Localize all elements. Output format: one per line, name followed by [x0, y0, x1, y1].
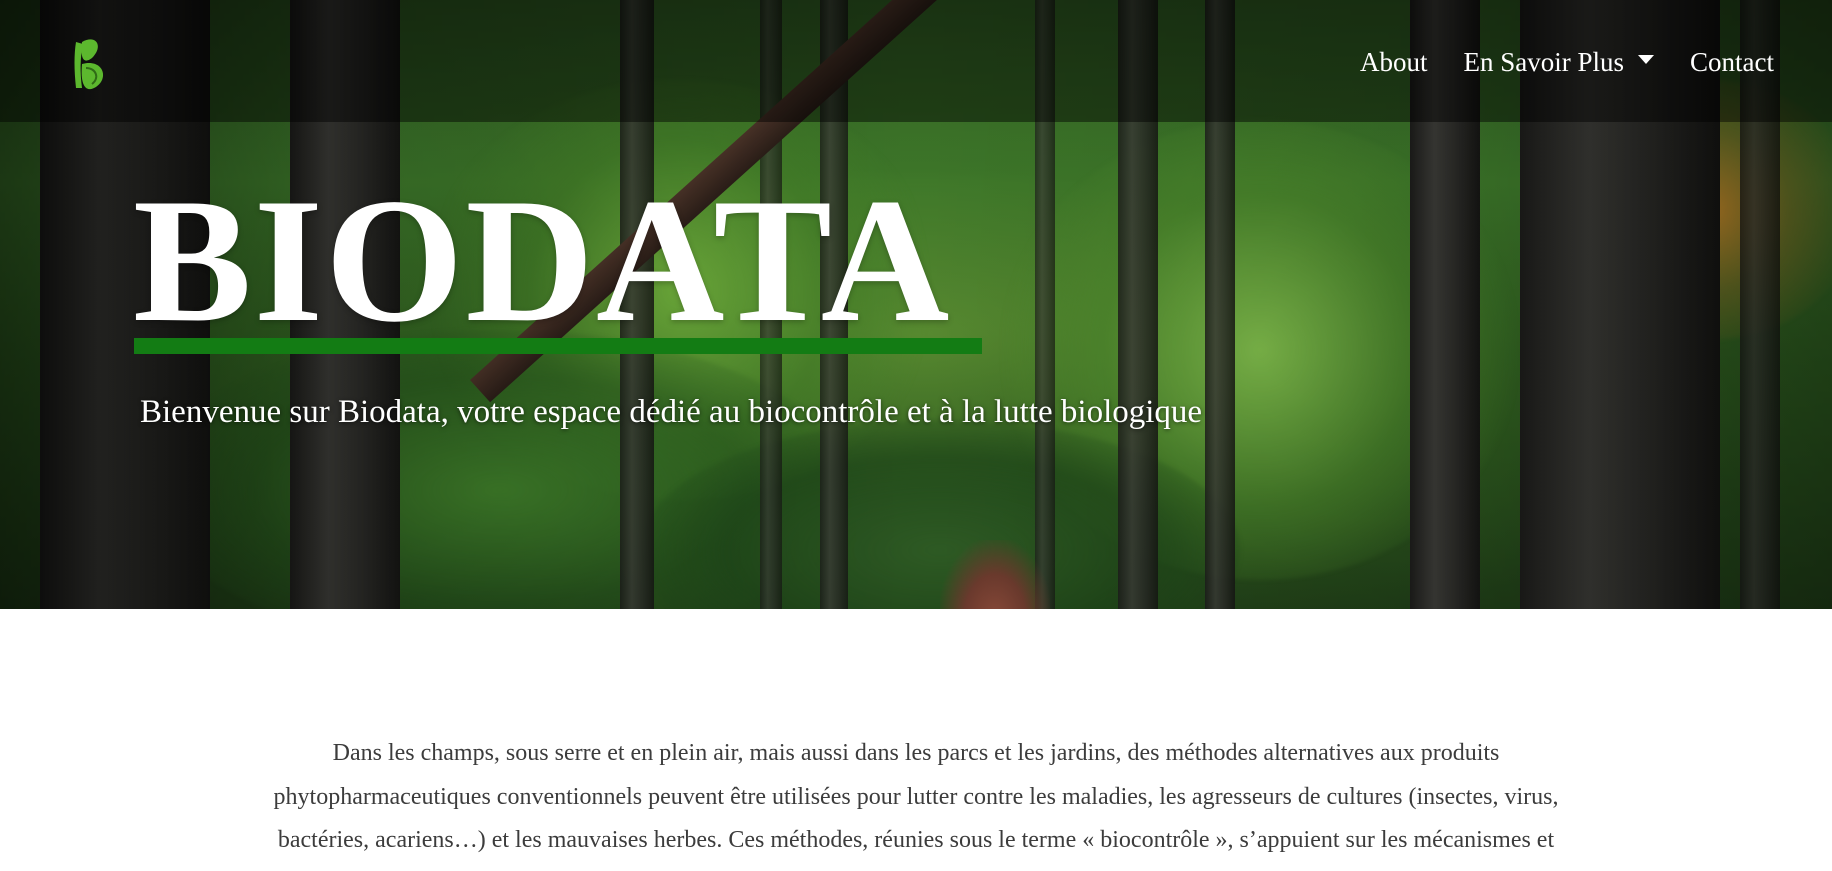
- biodata-logo-icon[interactable]: [70, 36, 110, 94]
- nav-link-about[interactable]: About: [1342, 40, 1446, 84]
- nav-link-label: Contact: [1690, 47, 1774, 77]
- nav-link-label: About: [1360, 47, 1428, 77]
- hero-subtitle: Bienvenue sur Biodata, votre espace dédi…: [140, 394, 1203, 430]
- page: About En Savoir Plus Contact BIODATA Bie…: [0, 0, 1832, 871]
- nav-links: About En Savoir Plus Contact: [1342, 40, 1792, 84]
- navbar: About En Savoir Plus Contact: [0, 0, 1832, 122]
- title-underline: [134, 338, 982, 354]
- hero-title: BIODATA: [133, 161, 952, 359]
- nav-dropdown-en-savoir-plus[interactable]: En Savoir Plus: [1446, 40, 1673, 84]
- hero-banner: About En Savoir Plus Contact BIODATA Bie…: [0, 0, 1832, 609]
- nav-link-contact[interactable]: Contact: [1672, 40, 1792, 84]
- intro-paragraph: Dans les champs, sous serre et en plein …: [273, 740, 1559, 871]
- nav-link-label: En Savoir Plus: [1463, 47, 1625, 77]
- caret-down-icon: [1638, 54, 1655, 64]
